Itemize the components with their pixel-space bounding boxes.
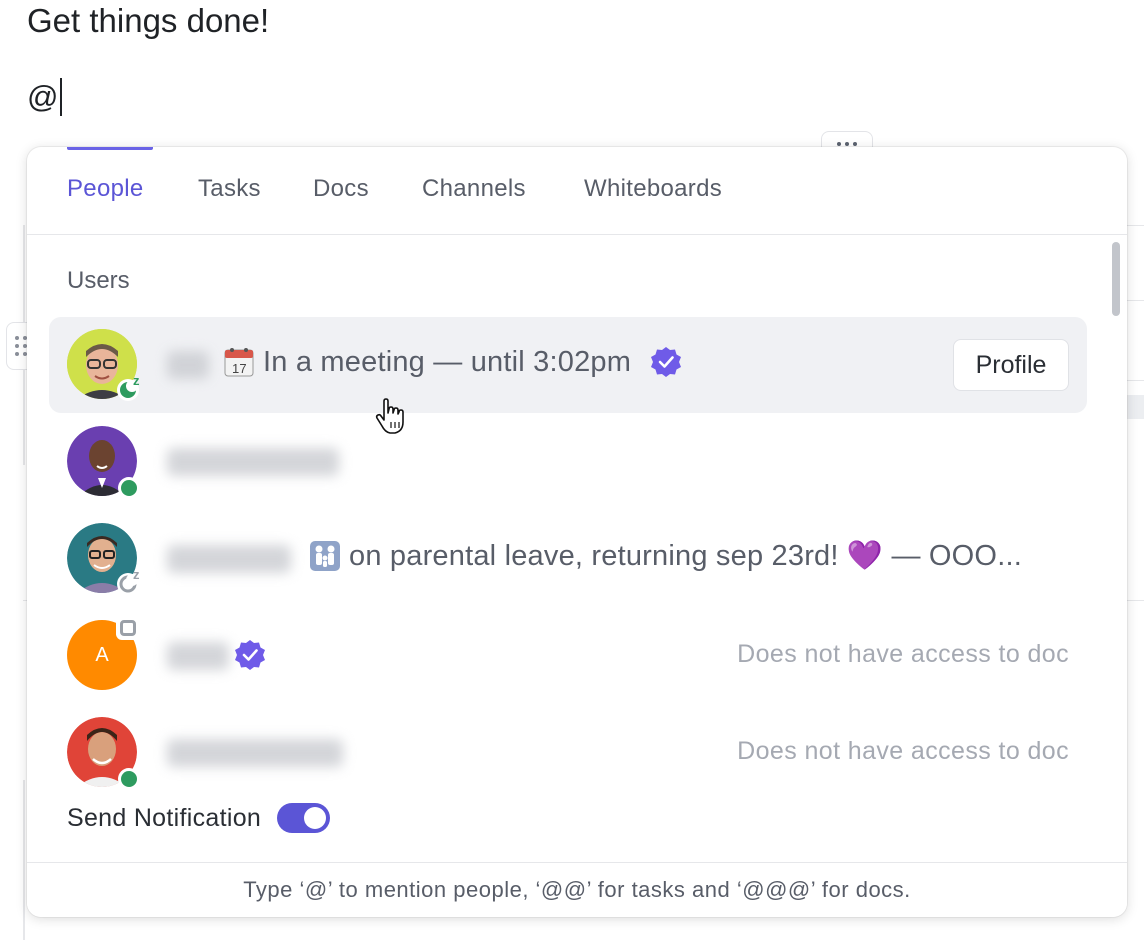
avatar-initial: A [95, 643, 109, 666]
svg-text:z: z [133, 567, 140, 582]
ellipsis-icon [837, 142, 841, 146]
editor-input-line[interactable]: @ [27, 78, 63, 116]
typed-mention-trigger: @ [27, 79, 59, 114]
user-name-redacted [167, 739, 343, 767]
user-name-redacted [167, 351, 209, 379]
user-status-text: In a meeting — until 3:02pm [263, 345, 632, 378]
users-section-label: Users [67, 267, 130, 294]
user-status-text: on parental leave, returning sep 23rd! 💜… [349, 540, 1022, 572]
away-offline-status-icon: z [117, 567, 140, 595]
away-status-icon: z [117, 373, 140, 401]
mention-popup: People Tasks Docs Channels Whiteboards U… [27, 147, 1127, 917]
offline-status-icon [120, 620, 136, 636]
bg-divider [1127, 380, 1144, 381]
toggle-knob [304, 807, 327, 829]
user-name-redacted [167, 642, 229, 670]
calendar-icon: 17 [224, 348, 254, 377]
tab-tasks[interactable]: Tasks [198, 175, 261, 203]
bg-divider [1127, 225, 1144, 226]
hand-pointer-cursor-icon [375, 398, 404, 434]
active-tab-indicator [67, 147, 153, 150]
text-caret [60, 78, 63, 116]
profile-button[interactable]: Profile [953, 339, 1069, 391]
user-row[interactable]: z 17 In a meeting — until 3:02pm Profile [49, 317, 1087, 413]
user-status: 17 In a meeting — until 3:02pm [223, 345, 683, 379]
tab-channels[interactable]: Channels [422, 175, 526, 203]
mention-tabs: People Tasks Docs Channels Whiteboards [27, 147, 1127, 235]
send-notification-toggle[interactable] [277, 803, 331, 833]
online-status-icon [121, 771, 137, 787]
verified-badge-icon [651, 347, 682, 377]
tab-whiteboards[interactable]: Whiteboards [584, 175, 722, 203]
doc-editor-page: Get things done! @ People Tasks Docs Cha… [0, 0, 1144, 940]
family-icon [310, 541, 340, 571]
svg-text:17: 17 [232, 361, 247, 376]
user-name-redacted [167, 545, 291, 573]
online-status-icon [121, 480, 137, 496]
send-notification-label: Send Notification [67, 803, 262, 832]
footer-hint-text: Type ‘@’ to mention people, ‘@@’ for tas… [243, 877, 911, 902]
user-row[interactable]: z on parental leave, returning sep 23rd!… [49, 511, 1087, 607]
verified-badge-icon [235, 640, 265, 670]
mention-hint-footer: Type ‘@’ to mention people, ‘@@’ for tas… [27, 862, 1127, 917]
no-access-note: Does not have access to doc [737, 737, 1069, 765]
user-row[interactable] [49, 414, 1087, 510]
bg-divider [1127, 300, 1144, 301]
bg-table-border [23, 780, 25, 940]
svg-text:z: z [133, 373, 140, 388]
user-row[interactable]: Does not have access to doc [49, 705, 1087, 801]
doc-title[interactable]: Get things done! [27, 2, 269, 40]
tab-people[interactable]: People [67, 175, 144, 203]
popup-scrollbar[interactable] [1112, 242, 1120, 316]
user-name-redacted [167, 448, 339, 476]
drag-dots-icon [15, 336, 27, 356]
bg-highlight-strip [1127, 395, 1144, 419]
no-access-note: Does not have access to doc [737, 640, 1069, 668]
user-status: on parental leave, returning sep 23rd! 💜… [309, 539, 1022, 573]
user-row[interactable]: A Does not have access to doc [49, 608, 1087, 704]
send-notification-control: Send Notification [67, 803, 331, 833]
tab-docs[interactable]: Docs [313, 175, 369, 203]
